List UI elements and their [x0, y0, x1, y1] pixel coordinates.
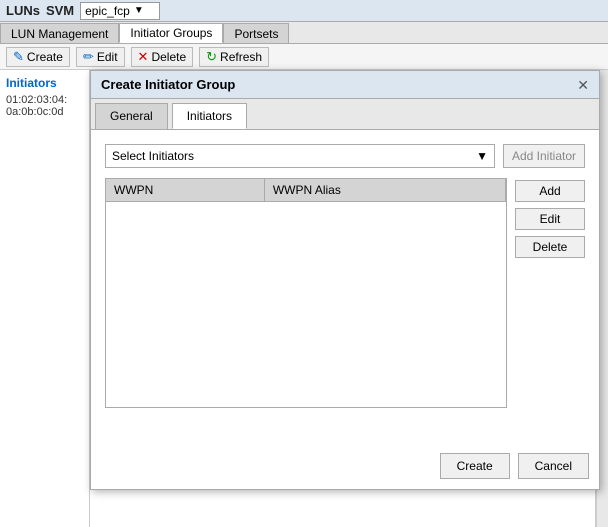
modal-cancel-button[interactable]: Cancel: [518, 453, 589, 479]
modal-content: Select Initiators ▼ Add Initiator WWPN W…: [91, 130, 599, 422]
delete-action-button[interactable]: Delete: [515, 236, 585, 258]
luns-label: LUNs: [6, 3, 40, 18]
sidebar-value: 01:02:03:04:0a:0b:0c:0d: [6, 94, 83, 118]
dropdown-arrow-icon: ▼: [476, 149, 488, 163]
create-initiator-group-modal: Create Initiator Group ✕ General Initiat…: [90, 70, 600, 490]
tab-initiator-groups[interactable]: Initiator Groups: [119, 23, 223, 43]
delete-icon: ✕: [138, 49, 149, 65]
svm-dropdown-value: epic_fcp: [85, 4, 130, 18]
add-button[interactable]: Add: [515, 180, 585, 202]
toolbar: ✎ Create ✏ Edit ✕ Delete ↻ Refresh: [0, 44, 608, 70]
select-placeholder: Select Initiators: [112, 149, 194, 163]
svm-label: SVM: [46, 3, 74, 18]
add-initiator-button[interactable]: Add Initiator: [503, 144, 585, 168]
svm-dropdown[interactable]: epic_fcp ▼: [80, 2, 160, 20]
select-initiators-dropdown[interactable]: Select Initiators ▼: [105, 144, 495, 168]
col-wwpn-alias: WWPN Alias: [264, 179, 505, 202]
sidebar-title: Initiators: [6, 76, 83, 90]
top-bar: LUNs SVM epic_fcp ▼: [0, 0, 608, 22]
edit-label: Edit: [97, 50, 118, 64]
refresh-label: Refresh: [220, 50, 262, 64]
initiator-table: WWPN WWPN Alias: [106, 179, 506, 202]
col-wwpn: WWPN: [106, 179, 264, 202]
modal-title: Create Initiator Group: [101, 77, 235, 92]
sidebar: Initiators 01:02:03:04:0a:0b:0c:0d: [0, 70, 90, 527]
tab-lun-management[interactable]: LUN Management: [0, 23, 119, 43]
modal-footer: Create Cancel: [440, 453, 589, 479]
refresh-icon: ↻: [206, 49, 217, 65]
modal-tab-initiators[interactable]: Initiators: [172, 103, 247, 129]
modal-close-button[interactable]: ✕: [577, 78, 589, 92]
modal-create-button[interactable]: Create: [440, 453, 510, 479]
create-icon: ✎: [13, 49, 24, 65]
create-button[interactable]: ✎ Create: [6, 47, 70, 67]
delete-label: Delete: [151, 50, 186, 64]
refresh-button[interactable]: ↻ Refresh: [199, 47, 269, 67]
initiator-area: WWPN WWPN Alias Add Edit Delete: [105, 178, 585, 408]
modal-tabs: General Initiators: [91, 99, 599, 130]
tab-bar: LUN Management Initiator Groups Portsets: [0, 22, 608, 44]
edit-action-button[interactable]: Edit: [515, 208, 585, 230]
initiator-table-wrapper: WWPN WWPN Alias: [105, 178, 507, 408]
select-row: Select Initiators ▼ Add Initiator: [105, 144, 585, 168]
tab-portsets[interactable]: Portsets: [223, 23, 289, 43]
delete-button[interactable]: ✕ Delete: [131, 47, 194, 67]
edit-button[interactable]: ✏ Edit: [76, 47, 125, 67]
modal-tab-general[interactable]: General: [95, 103, 168, 129]
create-label: Create: [27, 50, 63, 64]
svm-dropdown-arrow: ▼: [134, 5, 144, 16]
edit-icon: ✏: [83, 49, 94, 65]
initiator-action-buttons: Add Edit Delete: [515, 178, 585, 408]
modal-title-bar: Create Initiator Group ✕: [91, 71, 599, 99]
